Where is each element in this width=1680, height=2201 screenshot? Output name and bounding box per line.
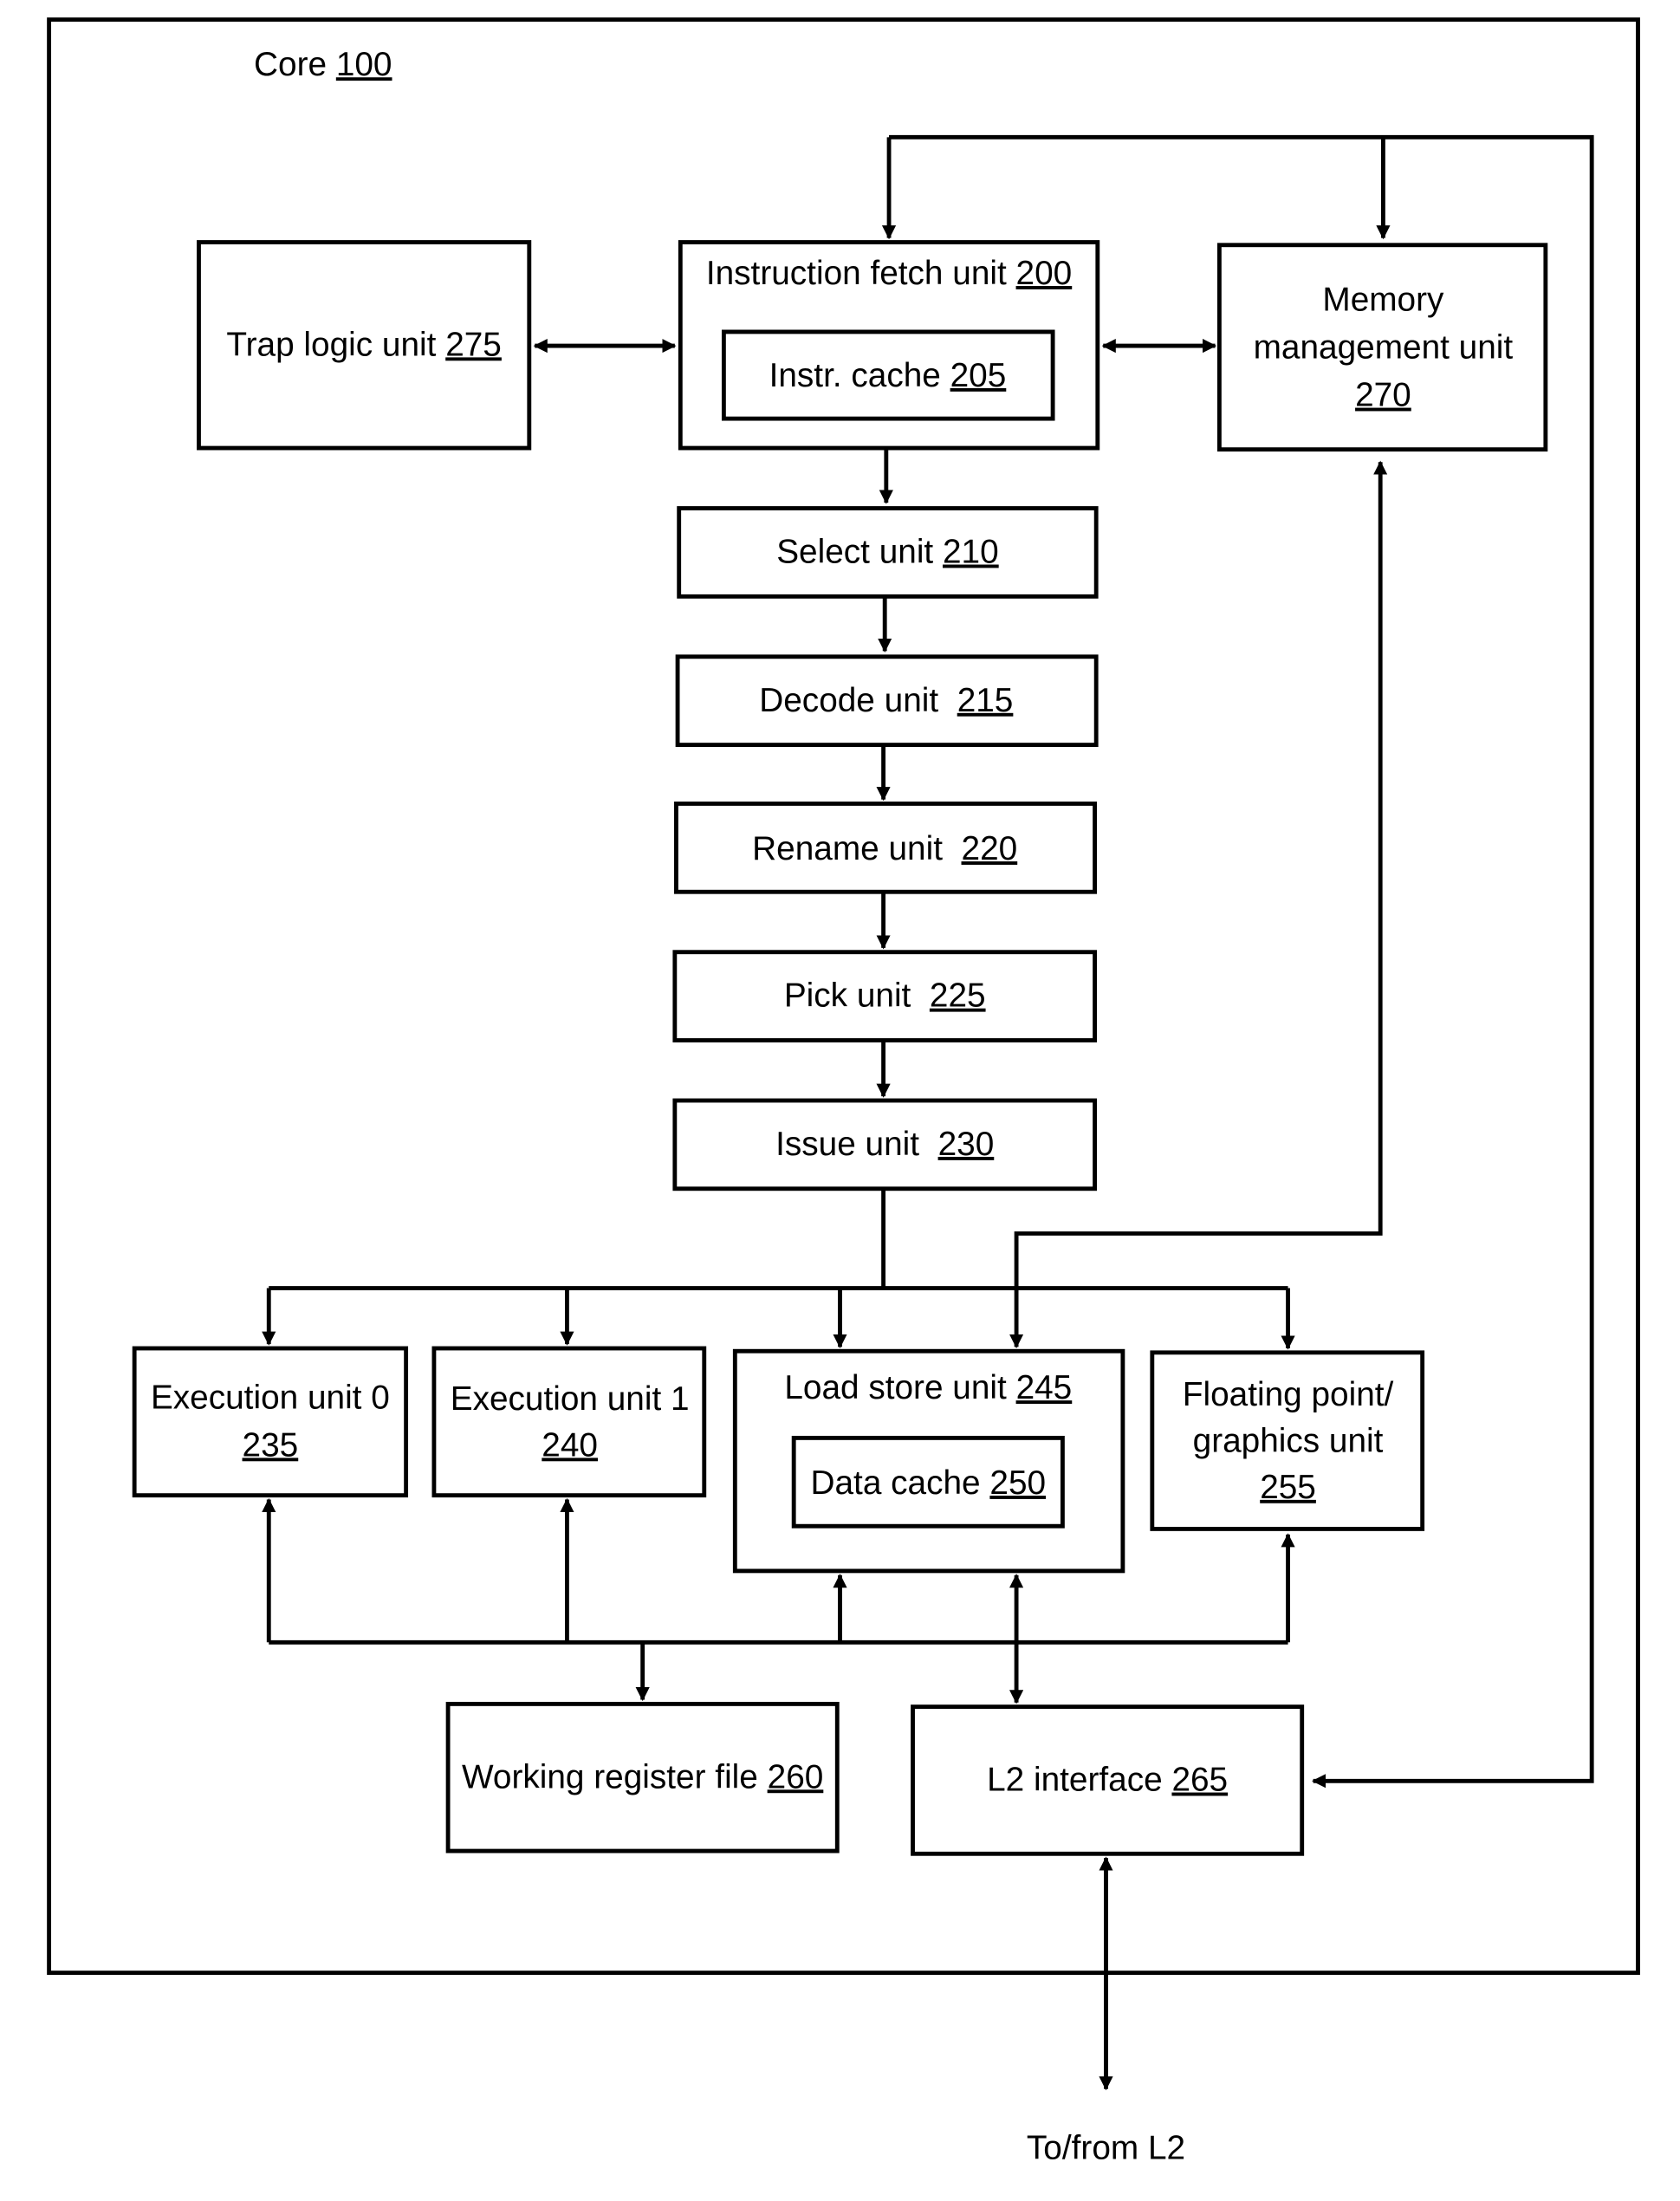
execution-unit-0: Execution unit 0 235 [132,1346,409,1498]
instruction-fetch-unit: Instruction fetch unit 200 Instr. cache … [678,240,1100,451]
svg-text:management unit: management unit [1254,329,1514,367]
svg-text:Select unit 210: Select unit 210 [776,534,998,571]
svg-text:Issue unit 230: Issue unit 230 [775,1126,994,1163]
issue-unit: Issue unit 230 [672,1098,1097,1191]
memory-management-unit: Memory management unit 270 [1216,243,1548,452]
core-title-text: Core [254,46,336,83]
svg-text:Execution unit 1: Execution unit 1 [451,1380,690,1418]
svg-text:Instruction fetch unit 200: Instruction fetch unit 200 [706,255,1072,292]
wire-issue-bus [269,1188,1288,1290]
trap-logic-unit: Trap logic unit 275 [197,240,532,451]
svg-text:Execution unit 0: Execution unit 0 [151,1379,390,1416]
decode-unit: Decode unit 215 [675,654,1099,748]
core-title-ref: 100 [336,46,392,83]
svg-text:240: 240 [542,1426,598,1464]
floating-point-graphics-unit: Floating point/ graphics unit 255 [1150,1350,1425,1531]
svg-text:graphics unit: graphics unit [1193,1423,1384,1460]
execution-unit-1: Execution unit 1 240 [431,1346,707,1498]
svg-text:Trap logic unit 275: Trap logic unit 275 [226,326,502,363]
l2-interface: L2 interface 265 [911,1704,1305,1856]
svg-text:Instr. cache 205: Instr. cache 205 [769,357,1007,394]
svg-text:Floating point/: Floating point/ [1183,1376,1394,1413]
external-l2-label: To/from L2 [1027,2130,1185,2167]
svg-text:Decode unit 215: Decode unit 215 [759,682,1013,719]
select-unit: Select unit 210 [677,506,1099,599]
svg-text:255: 255 [1260,1469,1316,1506]
svg-text:L2 interface 265: L2 interface 265 [987,1762,1228,1799]
core-block-diagram: Core 100 Trap logic unit 275 Instruction… [47,17,1640,2167]
data-cache: Data cache 250 [791,1435,1065,1529]
instr-cache: Instr. cache 205 [721,329,1055,421]
core-title: Core 100 [207,46,420,83]
svg-text:Data cache 250: Data cache 250 [811,1464,1047,1502]
svg-text:Working register file 260: Working register file 260 [462,1758,823,1795]
svg-text:Rename unit 220: Rename unit 220 [752,830,1017,867]
load-store-unit: Load store unit 245 Data cache 250 [732,1348,1125,1574]
rename-unit: Rename unit 220 [674,802,1097,894]
pick-unit: Pick unit 225 [672,950,1097,1042]
svg-text:270: 270 [1355,377,1411,414]
svg-text:Load store unit 245: Load store unit 245 [784,1369,1072,1406]
svg-text:Pick unit 225: Pick unit 225 [784,977,986,1015]
svg-text:Memory: Memory [1322,282,1444,319]
working-register-file: Working register file 260 [445,1701,840,1854]
svg-text:235: 235 [243,1426,299,1464]
